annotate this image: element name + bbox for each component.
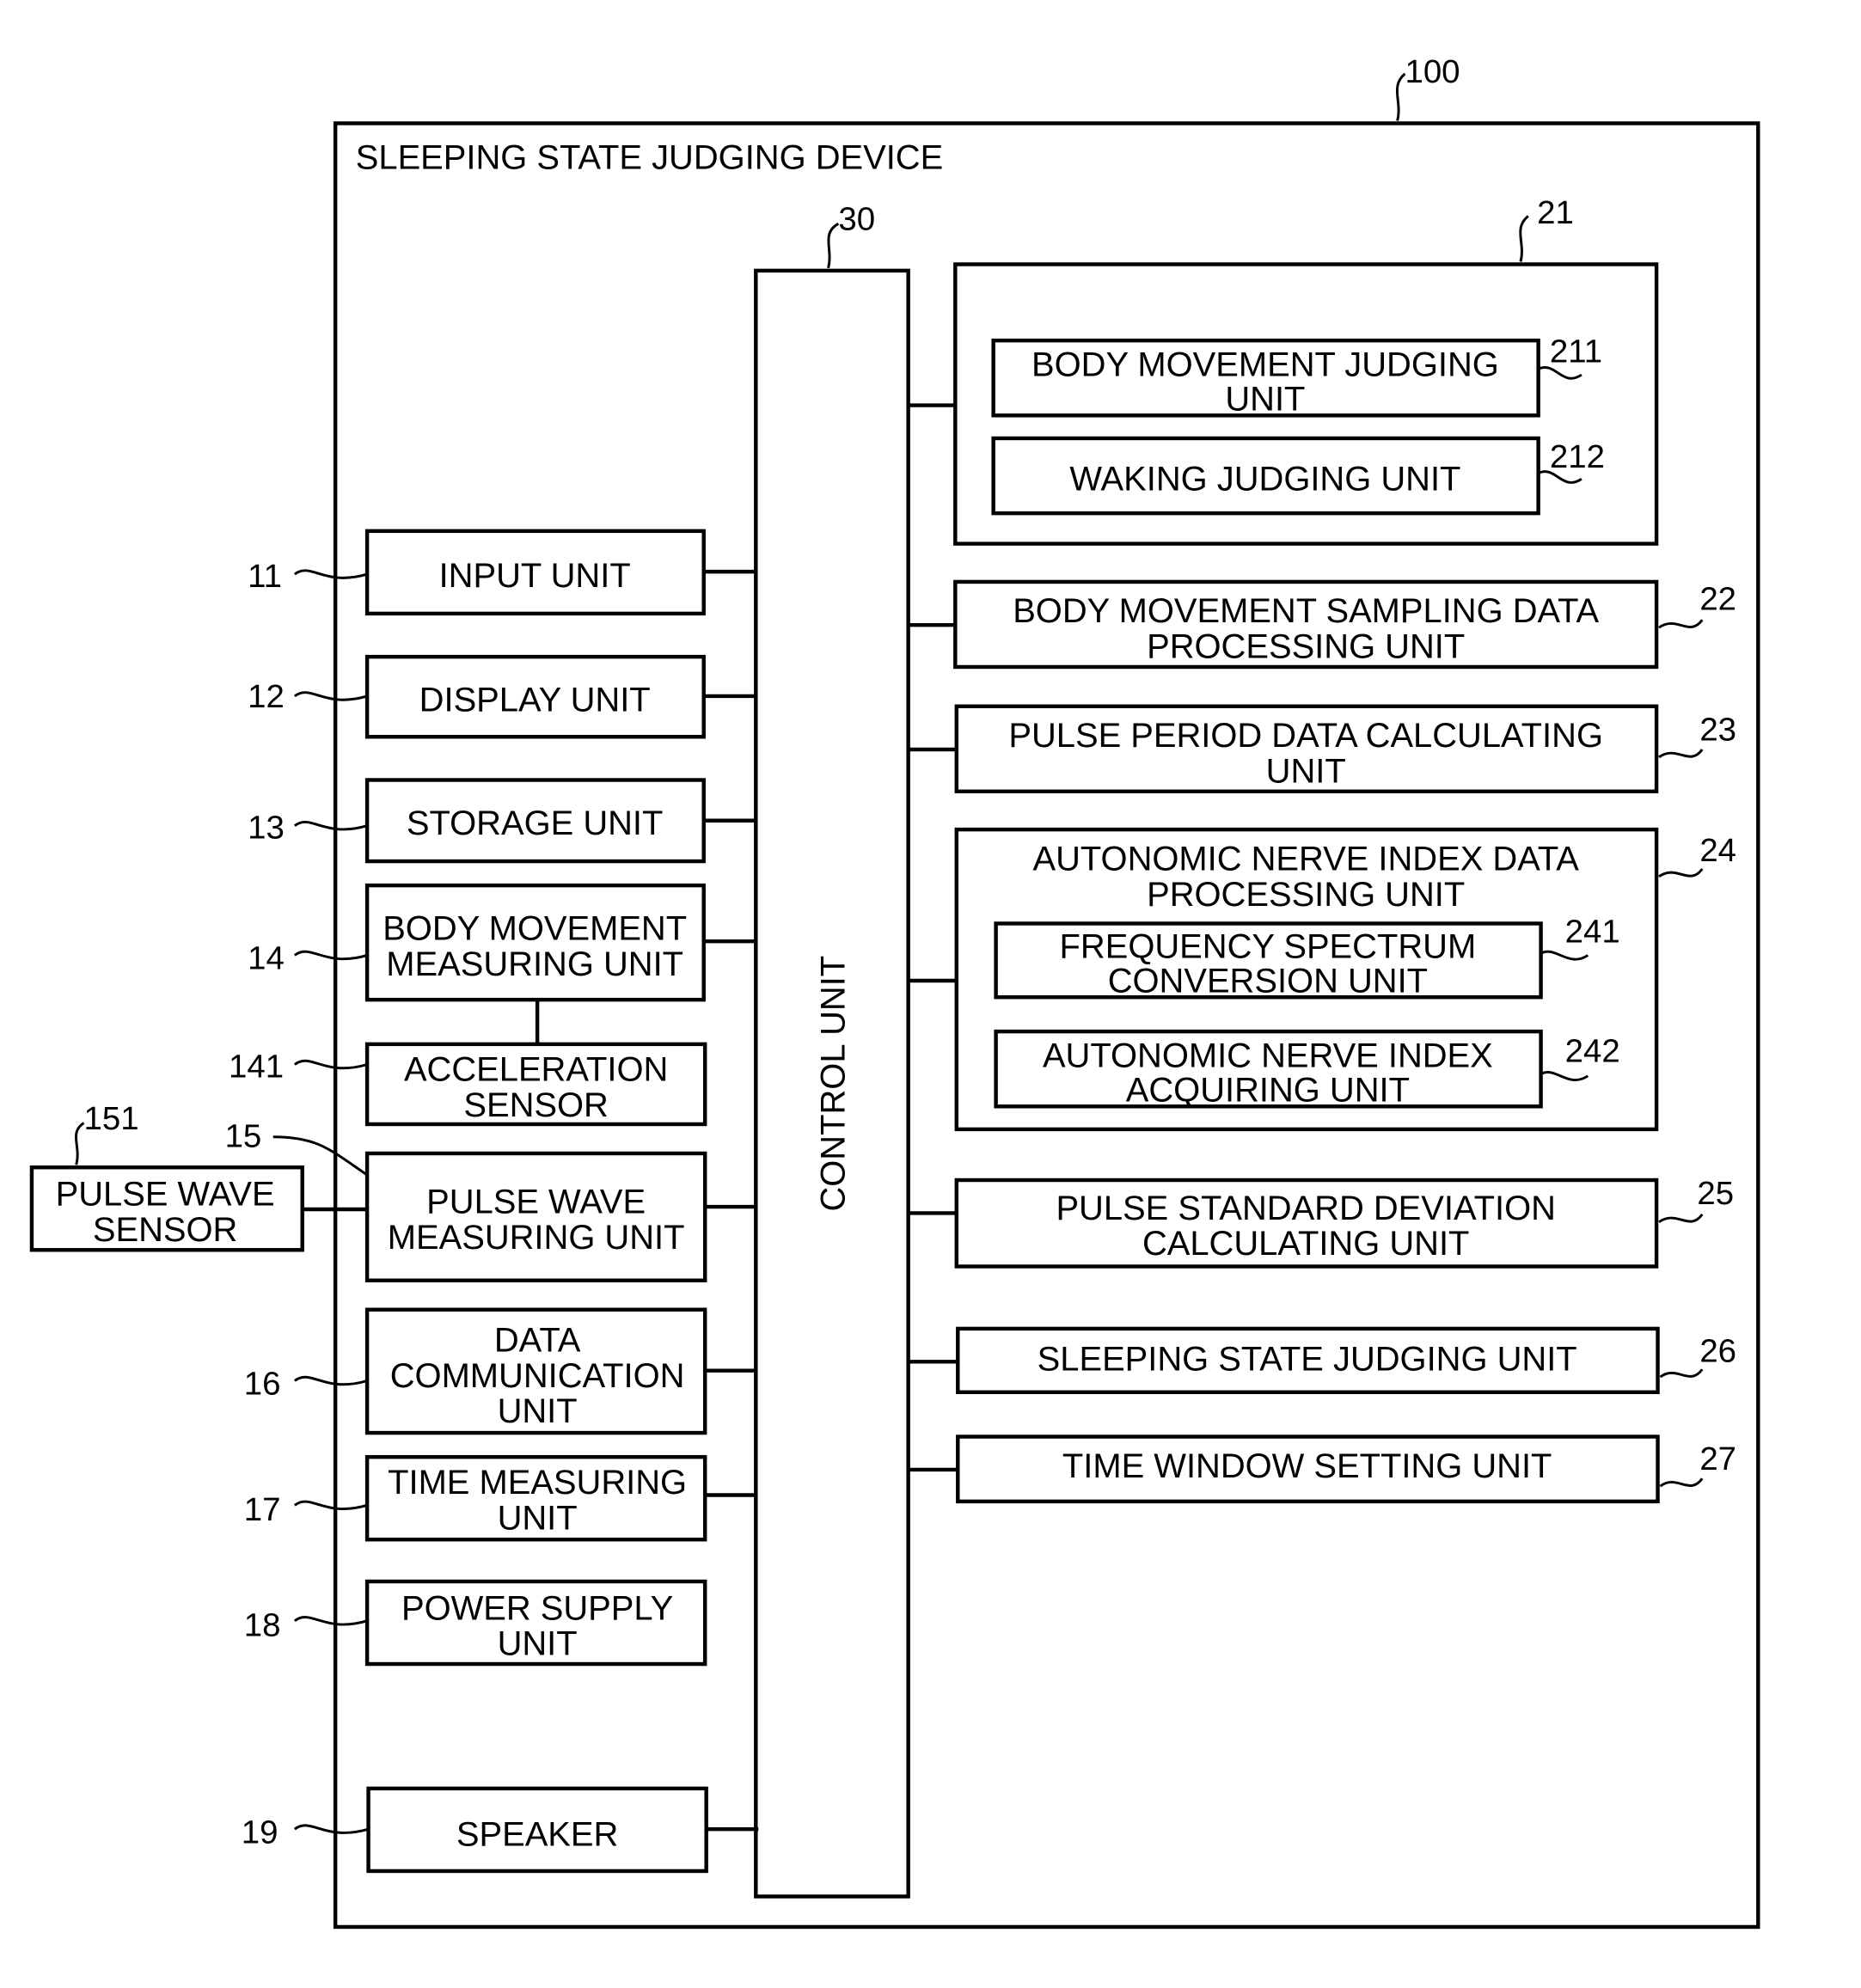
ref-25: 25 (1697, 1175, 1734, 1212)
unit-17: TIME MEASURING UNIT 17 (244, 1454, 756, 1542)
ref-212: 212 (1550, 438, 1605, 475)
unit-19: SPEAKER 19 (242, 1786, 759, 1874)
block-diagram: SLEEPING STATE JUDGING DEVICE 100 CONTRO… (29, 53, 1760, 1930)
svg-text:PROCESSING UNIT: PROCESSING UNIT (1147, 876, 1465, 914)
svg-text:WAKING JUDGING UNIT: WAKING JUDGING UNIT (1069, 461, 1460, 499)
svg-text:CONVERSION UNIT: CONVERSION UNIT (1108, 962, 1428, 1000)
ref-151: 151 (84, 1100, 139, 1137)
ref-27: 27 (1699, 1441, 1736, 1477)
ref-11: 11 (248, 558, 282, 595)
svg-text:ACQUIRING UNIT: ACQUIRING UNIT (1126, 1071, 1410, 1109)
svg-text:INPUT UNIT: INPUT UNIT (439, 557, 631, 595)
unit-27: TIME WINDOW SETTING UNIT 27 (908, 1434, 1736, 1504)
unit-11: INPUT UNIT 11 (248, 529, 756, 616)
svg-text:ACCELERATION: ACCELERATION (404, 1051, 668, 1089)
ref-23: 23 (1699, 712, 1736, 749)
ref-15: 15 (225, 1118, 262, 1155)
unit-24: AUTONOMIC NERVE INDEX DATA PROCESSING UN… (908, 827, 1736, 1132)
ref-211: 211 (1550, 333, 1602, 370)
svg-text:BODY MOVEMENT JUDGING: BODY MOVEMENT JUDGING (1032, 346, 1499, 384)
svg-text:BODY MOVEMENT: BODY MOVEMENT (383, 910, 687, 948)
unit-13: STORAGE UNIT 13 (248, 778, 756, 864)
svg-text:PULSE WAVE: PULSE WAVE (426, 1183, 646, 1220)
unit-151: PULSE WAVE SENSOR 151 (29, 1100, 304, 1252)
svg-text:PULSE WAVE: PULSE WAVE (56, 1176, 275, 1214)
svg-text:STORAGE UNIT: STORAGE UNIT (407, 804, 663, 842)
svg-text:AUTONOMIC NERVE INDEX DATA: AUTONOMIC NERVE INDEX DATA (1032, 840, 1579, 878)
unit-141: ACCELERATION SENSOR 141 (229, 1042, 707, 1127)
svg-text:UNIT: UNIT (1266, 752, 1346, 790)
svg-text:MEASURING UNIT: MEASURING UNIT (388, 1219, 685, 1257)
svg-text:CALCULATING UNIT: CALCULATING UNIT (1142, 1225, 1469, 1263)
svg-text:SENSOR: SENSOR (463, 1086, 608, 1124)
svg-text:SPEAKER: SPEAKER (456, 1815, 618, 1853)
unit-12: DISPLAY UNIT 12 (248, 654, 756, 739)
ref-14: 14 (248, 940, 285, 977)
svg-text:UNIT: UNIT (1225, 380, 1305, 418)
svg-text:POWER SUPPLY: POWER SUPPLY (401, 1589, 673, 1627)
svg-text:TIME WINDOW SETTING UNIT: TIME WINDOW SETTING UNIT (1062, 1447, 1552, 1485)
ref-leader-100 (1395, 72, 1406, 121)
ref-17: 17 (244, 1491, 281, 1528)
svg-text:SLEEPING STATE JUDGING UNIT: SLEEPING STATE JUDGING UNIT (1038, 1341, 1577, 1379)
svg-text:COMMUNICATION: COMMUNICATION (390, 1357, 685, 1395)
ref-13: 13 (248, 809, 285, 846)
ref-242: 242 (1565, 1033, 1620, 1070)
unit-18: POWER SUPPLY UNIT 18 (244, 1579, 707, 1667)
ref-100: 100 (1405, 53, 1460, 90)
ref-30: 30 (838, 201, 875, 238)
unit-26: SLEEPING STATE JUDGING UNIT 26 (908, 1326, 1736, 1395)
svg-text:PULSE PERIOD DATA CALCULATING: PULSE PERIOD DATA CALCULATING (1008, 717, 1603, 755)
svg-text:FREQUENCY SPECTRUM: FREQUENCY SPECTRUM (1060, 927, 1477, 965)
svg-text:MEASURING UNIT: MEASURING UNIT (386, 945, 683, 983)
ref-21: 21 (1537, 194, 1574, 231)
svg-text:UNIT: UNIT (498, 1625, 578, 1663)
svg-text:UNIT: UNIT (498, 1392, 578, 1430)
ref-26: 26 (1699, 1332, 1736, 1369)
unit-22: BODY MOVEMENT SAMPLING DATA PROCESSING U… (908, 579, 1736, 670)
svg-text:PULSE STANDARD DEVIATION: PULSE STANDARD DEVIATION (1056, 1190, 1555, 1227)
svg-text:PROCESSING UNIT: PROCESSING UNIT (1147, 628, 1465, 666)
unit-23: PULSE PERIOD DATA CALCULATING UNIT 23 (908, 704, 1736, 794)
unit-25: PULSE STANDARD DEVIATION CALCULATING UNI… (908, 1175, 1734, 1269)
control-unit-label: CONTROL UNIT (815, 956, 853, 1212)
ref-241: 241 (1565, 914, 1620, 951)
svg-text:SENSOR: SENSOR (93, 1211, 237, 1249)
svg-text:DATA: DATA (494, 1322, 581, 1360)
svg-text:TIME MEASURING: TIME MEASURING (388, 1464, 687, 1502)
svg-text:BODY MOVEMENT SAMPLING DATA: BODY MOVEMENT SAMPLING DATA (1013, 592, 1599, 630)
ref-18: 18 (244, 1607, 281, 1644)
device-title: SLEEPING STATE JUDGING DEVICE (356, 139, 943, 177)
ref-12: 12 (248, 678, 285, 715)
ref-141: 141 (229, 1048, 284, 1085)
ref-22: 22 (1699, 580, 1736, 617)
svg-text:DISPLAY UNIT: DISPLAY UNIT (419, 682, 651, 719)
ref-24: 24 (1699, 832, 1736, 869)
unit-16: DATA COMMUNICATION UNIT 16 (244, 1307, 756, 1435)
svg-text:UNIT: UNIT (498, 1499, 578, 1537)
svg-text:AUTONOMIC NERVE INDEX: AUTONOMIC NERVE INDEX (1043, 1037, 1493, 1074)
ref-19: 19 (242, 1814, 279, 1850)
ref-16: 16 (244, 1366, 281, 1403)
